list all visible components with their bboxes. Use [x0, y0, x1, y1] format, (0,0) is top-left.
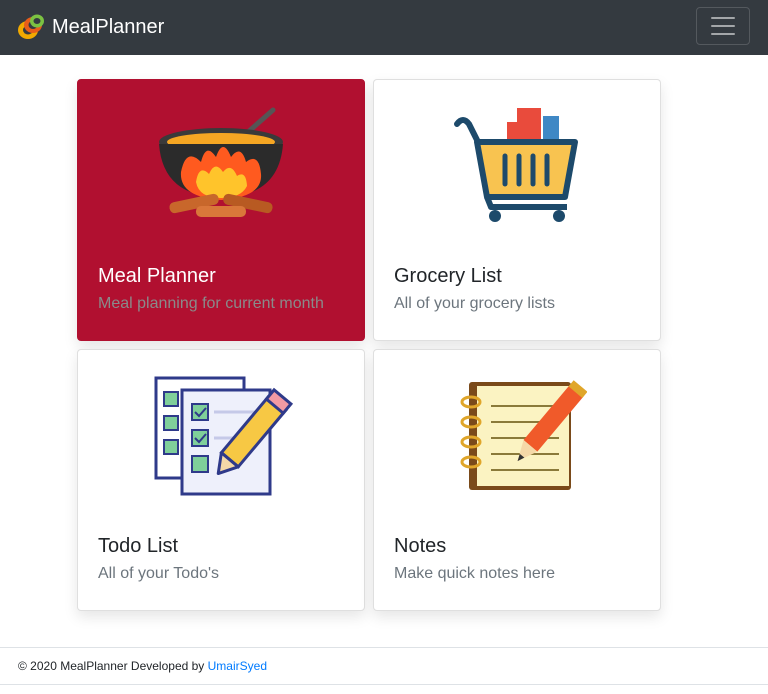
card-text: Make quick notes here — [394, 565, 555, 582]
card-notes-image — [374, 372, 660, 497]
notebook-pencil-icon — [460, 380, 587, 490]
card-title: Meal Planner — [98, 265, 216, 287]
card-text: All of your grocery lists — [394, 295, 555, 312]
card-text: Meal planning for current month — [98, 295, 324, 312]
card-grocery-list-image — [374, 102, 660, 227]
card-grocery-list[interactable]: Grocery List All of your grocery lists — [373, 79, 661, 341]
cooking-pot-fire-icon — [159, 107, 283, 217]
card-text: All of your Todo's — [98, 565, 220, 582]
footer-author-link[interactable]: UmairSyed — [208, 659, 267, 673]
checklist-pencil-icon — [154, 376, 294, 496]
brand-name: MealPlanner — [52, 16, 165, 38]
card-title: Todo List — [98, 535, 179, 557]
navbar: MealPlanner — [0, 0, 768, 55]
card-title: Grocery List — [394, 265, 502, 287]
footer-copyright: © 2020 MealPlanner Developed by — [18, 659, 208, 673]
card-meal-planner[interactable]: Meal Planner Meal planning for current m… — [77, 79, 365, 341]
footer: © 2020 MealPlanner Developed by UmairSye… — [0, 647, 768, 685]
card-notes[interactable]: Notes Make quick notes here — [373, 349, 661, 611]
food-rings-logo-icon — [18, 14, 44, 39]
card-meal-planner-image — [78, 102, 364, 227]
navbar-toggle-button[interactable] — [696, 7, 750, 45]
shopping-cart-icon — [454, 108, 578, 222]
card-todo-list[interactable]: Todo List All of your Todo's — [77, 349, 365, 611]
hamburger-menu-icon — [711, 17, 735, 35]
brand-link[interactable]: MealPlanner — [16, 12, 164, 42]
card-todo-list-image — [78, 372, 364, 497]
card-title: Notes — [394, 535, 447, 557]
